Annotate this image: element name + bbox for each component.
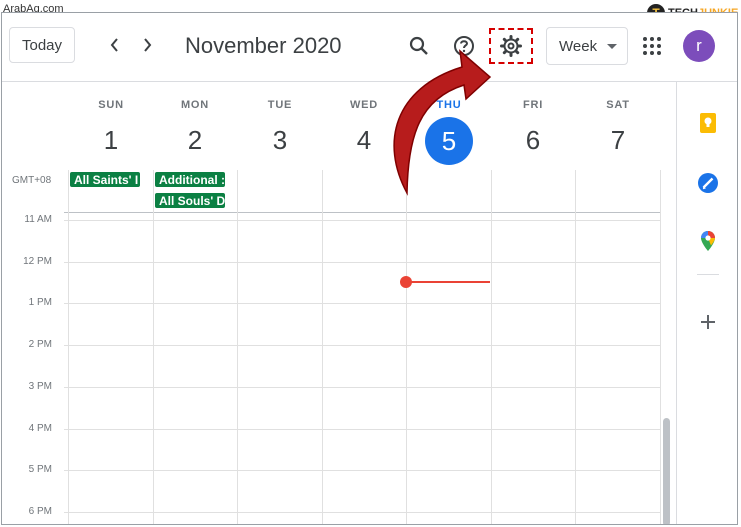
grid-column-line — [68, 170, 69, 524]
hour-label: 3 PM — [28, 381, 52, 392]
gear-icon — [500, 35, 522, 57]
hour-label: 1 PM — [28, 297, 52, 308]
chevron-left-icon — [110, 38, 118, 52]
hour-label: 12 PM — [23, 256, 52, 267]
today-button[interactable]: Today — [9, 27, 75, 63]
previous-week-button[interactable] — [101, 31, 129, 59]
maps-button[interactable] — [697, 230, 719, 252]
day-number[interactable]: 7 — [576, 117, 660, 163]
caret-down-icon — [607, 44, 617, 49]
all-day-event[interactable]: All Saints' I — [69, 171, 141, 188]
hour-gridline — [64, 303, 660, 304]
hour-gridline — [64, 220, 660, 221]
avatar[interactable]: r — [683, 30, 715, 62]
view-selector[interactable]: Week — [546, 27, 628, 65]
view-selector-label: Week — [559, 37, 598, 55]
day-name: FRI — [522, 99, 544, 111]
tasks-button[interactable] — [697, 172, 719, 194]
calendar-window: Today November 2020 Week r SUN 1 MON 2 T… — [1, 12, 738, 525]
annotation-arrow — [393, 49, 492, 196]
tasks-icon — [698, 173, 718, 193]
day-name: TUE — [267, 99, 293, 111]
grid-column-line — [406, 170, 407, 524]
hour-gridline — [64, 262, 660, 263]
apps-grid-icon — [643, 37, 661, 55]
hour-gridline — [64, 470, 660, 471]
day-name: SAT — [606, 99, 630, 111]
day-header-mon[interactable]: MON 2 — [153, 99, 237, 163]
side-panel-divider — [697, 274, 719, 275]
day-number[interactable]: 2 — [153, 117, 237, 163]
hour-gridline — [64, 512, 660, 513]
hour-label: 11 AM — [24, 214, 52, 225]
day-header-sat[interactable]: SAT 7 — [576, 99, 660, 163]
day-name: MON — [180, 99, 210, 111]
day-header-tue[interactable]: TUE 3 — [238, 99, 322, 163]
hour-label: 4 PM — [28, 423, 52, 434]
grid-column-line — [237, 170, 238, 524]
current-time-line — [406, 281, 490, 283]
plus-icon — [701, 315, 715, 329]
hour-gridline — [64, 429, 660, 430]
grid-column-line — [322, 170, 323, 524]
chevron-right-icon — [144, 38, 152, 52]
all-day-event[interactable]: All Souls' D — [154, 192, 226, 209]
add-addon-button[interactable] — [697, 309, 719, 337]
day-name: SUN — [98, 99, 124, 111]
grid-column-line — [153, 170, 154, 524]
all-day-event[interactable]: Additional : — [154, 171, 226, 188]
scrollbar-thumb[interactable] — [663, 418, 670, 524]
side-panel — [676, 81, 737, 524]
apps-button[interactable] — [638, 32, 666, 60]
maps-pin-icon — [701, 231, 715, 251]
hour-label: 5 PM — [28, 464, 52, 475]
grid-column-line — [491, 170, 492, 524]
next-week-button[interactable] — [133, 31, 161, 59]
hour-label: 6 PM — [28, 506, 52, 517]
hour-gridline — [64, 345, 660, 346]
hour-gridline — [64, 387, 660, 388]
hour-label: 2 PM — [28, 339, 52, 350]
grid-column-line — [660, 170, 661, 524]
page-title: November 2020 — [185, 33, 342, 58]
day-header-fri[interactable]: FRI 6 — [491, 99, 575, 163]
keep-button[interactable] — [697, 112, 719, 134]
grid-column-line — [575, 170, 576, 524]
day-number[interactable]: 3 — [238, 117, 322, 163]
timezone-label: GMT+08 — [12, 175, 52, 186]
day-number[interactable]: 1 — [69, 117, 153, 163]
day-number[interactable]: 6 — [491, 117, 575, 163]
keep-icon — [700, 113, 716, 133]
day-header-sun[interactable]: SUN 1 — [69, 99, 153, 163]
